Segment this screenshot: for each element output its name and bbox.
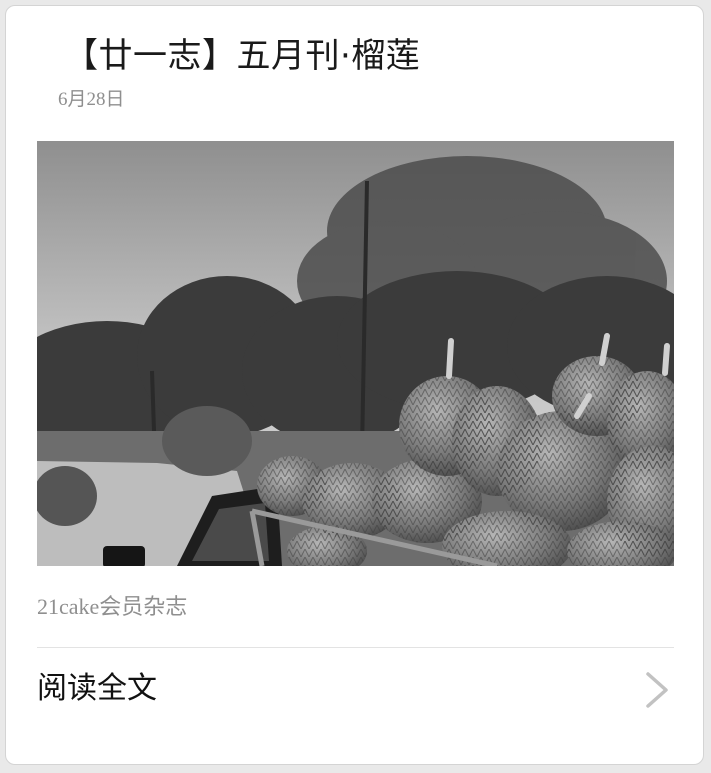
durian-truck-photo bbox=[37, 141, 674, 566]
publish-date: 6月28日 bbox=[58, 89, 125, 110]
read-full-article-button[interactable]: 阅读全文 bbox=[6, 648, 705, 734]
chevron-right-icon bbox=[642, 670, 672, 710]
account-name: 21cake会员杂志 bbox=[37, 594, 188, 619]
read-full-article-label: 阅读全文 bbox=[37, 671, 157, 706]
article-title: 【廿一志】五月刊·榴莲 bbox=[64, 36, 421, 76]
cover-image[interactable] bbox=[37, 141, 674, 566]
article-card[interactable]: 【廿一志】五月刊·榴莲 6月28日 21cake会员杂志 阅读全文 bbox=[5, 5, 704, 765]
